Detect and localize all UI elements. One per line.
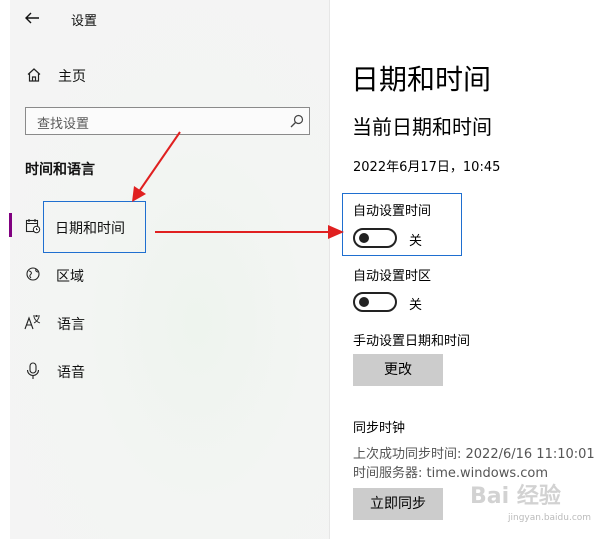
- watermark-brand: Bai 经验: [470, 484, 561, 509]
- annotation-arrowhead-diagonal: [132, 186, 146, 202]
- watermark-url: jingyan.baidu.com: [508, 513, 592, 523]
- annotation-arrows: [132, 131, 344, 239]
- annotation-arrowhead-horizontal: [328, 225, 344, 239]
- annotation-arrow-diagonal: [137, 131, 181, 194]
